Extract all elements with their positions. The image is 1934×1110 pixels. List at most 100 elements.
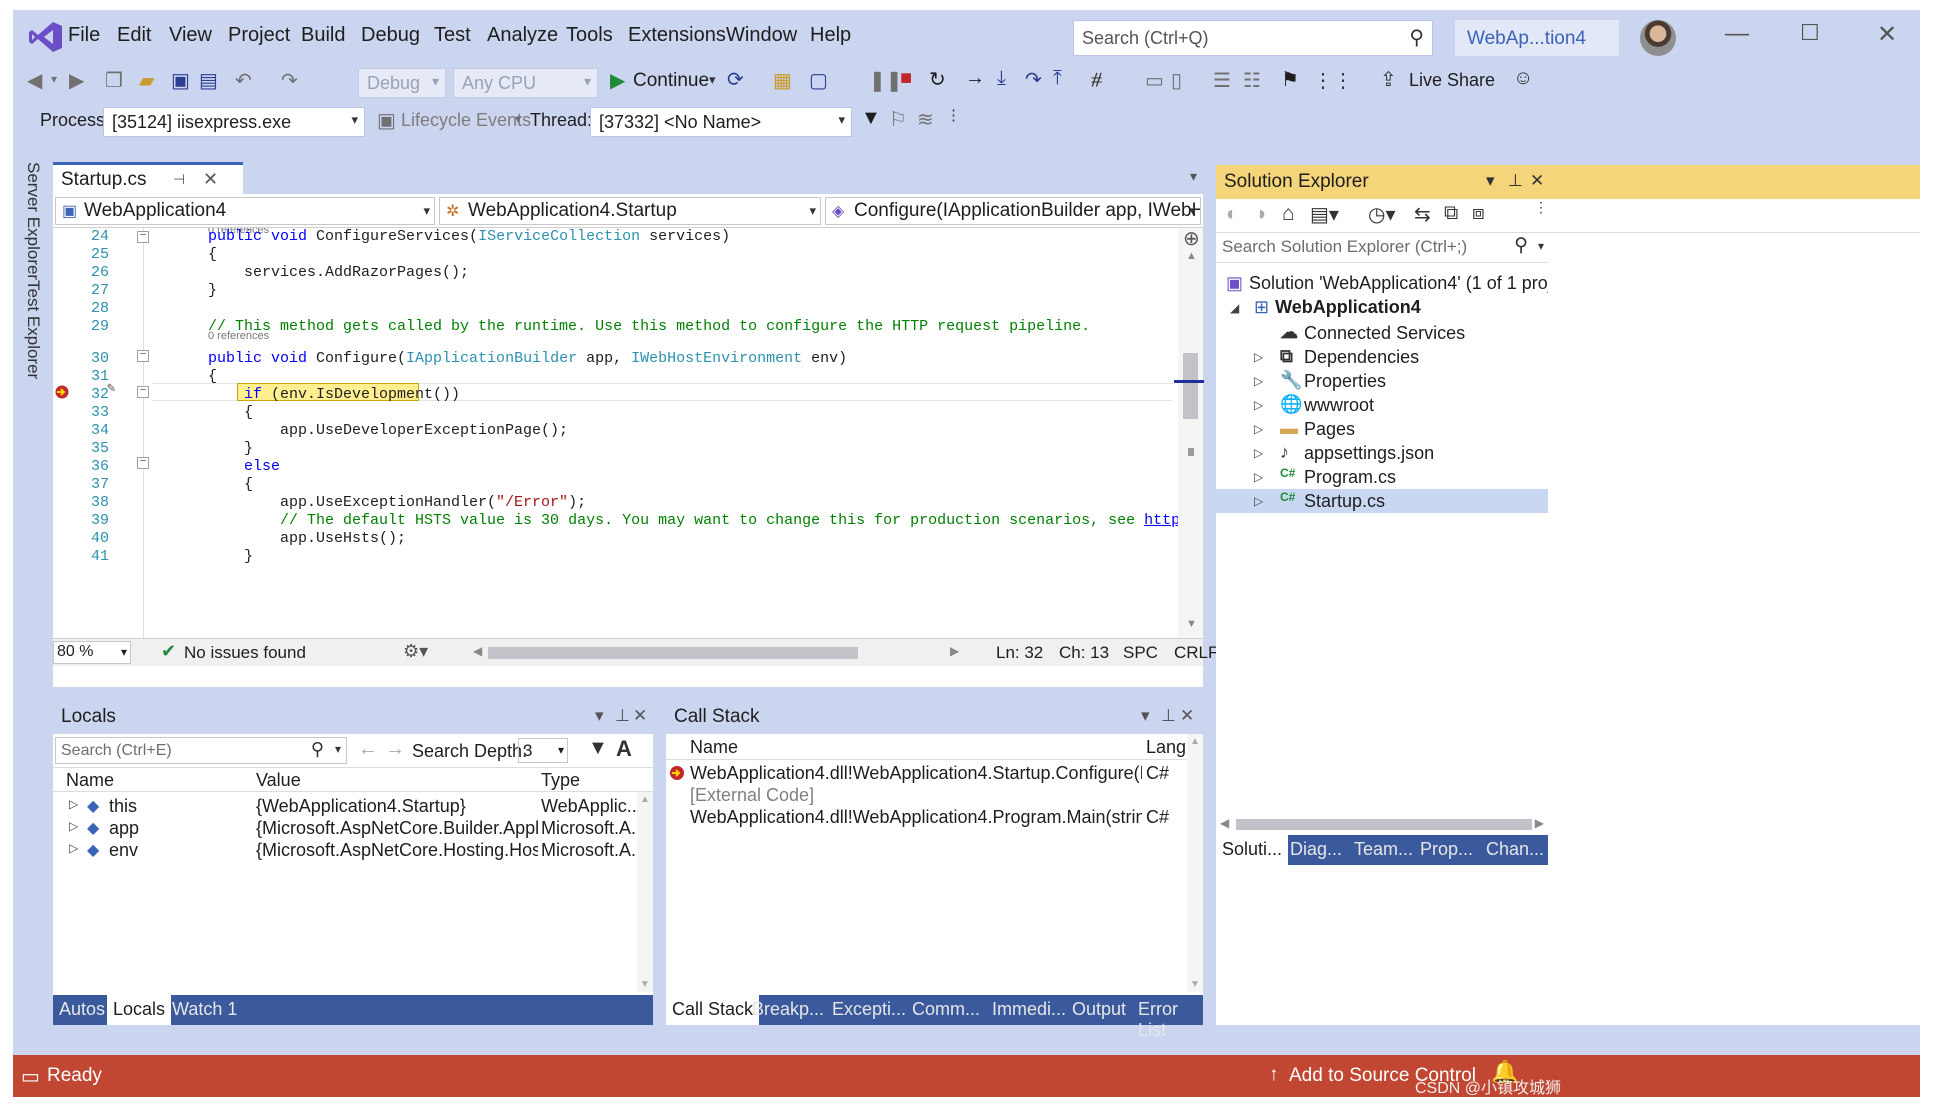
menu-window[interactable]: Window [726, 24, 797, 47]
quick-search-input[interactable]: Search (Ctrl+Q) ⚲ [1073, 20, 1433, 56]
horizontal-scrollbar-thumb[interactable] [488, 647, 858, 659]
code-line[interactable]: 38 app.UseExceptionHandler("/Error"); [53, 494, 1178, 512]
screenshot-icon[interactable]: ▢ [809, 68, 828, 93]
configuration-select[interactable]: Debug ▾ [358, 68, 446, 98]
solution-item[interactable]: ▷ ♪ appsettings.json [1216, 441, 1548, 465]
code-line[interactable]: 31 { [53, 368, 1178, 386]
menu-extensions[interactable]: Extensions [628, 24, 726, 47]
step-over-icon[interactable]: ↷ [1025, 67, 1042, 92]
feedback-icon[interactable]: ☺ [1513, 67, 1533, 90]
step-out-icon[interactable]: ⤒ [1053, 67, 1062, 90]
solution-item[interactable]: ▷ ⧉ Dependencies [1216, 345, 1548, 369]
zoom-select[interactable]: 80 % ▾ [53, 641, 131, 664]
collapsed-triangle-icon[interactable]: ▷ [1254, 494, 1263, 508]
navigate-back-icon[interactable]: ◀ [27, 68, 42, 93]
tab-properties[interactable]: Prop... [1414, 835, 1479, 865]
code-line[interactable]: 24 public void ConfigureServices(IService… [53, 228, 1178, 246]
code-line[interactable]: 25 { [53, 246, 1178, 264]
tab-overflow-icon[interactable]: ▾ [1190, 168, 1197, 185]
menu-help[interactable]: Help [810, 24, 851, 47]
scrollbar-thumb[interactable] [1236, 819, 1532, 830]
menu-debug[interactable]: Debug [361, 24, 420, 47]
lifecycle-dropdown-icon[interactable]: ▾ [515, 112, 521, 126]
scroll-down-icon[interactable]: ▼ [640, 979, 650, 990]
comment-icon[interactable]: ▭ [1145, 68, 1164, 93]
minimize-icon[interactable]: — [1725, 20, 1749, 48]
column-name[interactable]: Name [66, 770, 114, 791]
code-line[interactable]: 41 } [53, 548, 1178, 566]
scroll-down-icon[interactable]: ▼ [1186, 618, 1197, 630]
menu-build[interactable]: Build [301, 24, 345, 47]
locals-scrollbar[interactable]: ▲ ▼ [637, 792, 653, 992]
avatar[interactable] [1640, 20, 1676, 56]
solution-item[interactable]: ▷ C# Startup.cs [1216, 489, 1548, 513]
tab-breakpoints[interactable]: Breakp... [746, 995, 830, 1025]
tab-locals[interactable]: Locals [107, 995, 172, 1025]
continue-dropdown-icon[interactable]: ▾ [709, 72, 716, 88]
tab-autos[interactable]: Autos [53, 995, 111, 1025]
menu-view[interactable]: View [169, 24, 212, 47]
project-node[interactable]: ⊞ WebApplication4 [1254, 297, 1421, 318]
project-nav-select[interactable]: ▣ WebApplication4 ▾ [55, 197, 435, 225]
menu-analyze[interactable]: Analyze [487, 24, 558, 47]
back-icon[interactable]: ◐ [1226, 203, 1238, 226]
save-icon[interactable]: ▣ [171, 68, 190, 93]
code-line[interactable]: 39 // The default HSTS value is 30 days.… [53, 512, 1178, 530]
search-depth-select[interactable]: 3 ▾ [518, 738, 568, 763]
collapsed-triangle-icon[interactable]: ▷ [1254, 446, 1263, 460]
solution-name-badge[interactable]: WebAp...tion4 [1455, 20, 1619, 56]
show-all-files-icon[interactable]: ⧈ [1472, 202, 1485, 225]
table-row[interactable]: ▷ ◆ app {Microsoft.AspNetCore.Builder.Appli… [53, 818, 653, 840]
solution-item[interactable]: ☁ Connected Services [1216, 321, 1548, 345]
solution-node[interactable]: ▣ Solution 'WebApplication4' (1 of 1 proj… [1226, 273, 1548, 294]
solution-search-input[interactable]: Search Solution Explorer (Ctrl+;) ⚲ ▾ [1216, 233, 1548, 263]
pin-icon[interactable]: ⊥ [615, 706, 630, 726]
call-stack-scrollbar[interactable]: ▲ ▼ [1187, 734, 1203, 992]
browser-link-icon[interactable]: ▦ [773, 68, 792, 93]
flag-threads-icon[interactable]: ⚐ [889, 107, 907, 132]
type-nav-select[interactable]: ✲ WebApplication4.Startup ▾ [439, 197, 821, 225]
new-project-icon[interactable]: ❐ [105, 68, 123, 93]
pin-icon[interactable]: ⊣ [173, 171, 185, 188]
collapsed-triangle-icon[interactable]: ▷ [1254, 422, 1263, 436]
process-select[interactable]: [35124] iisexpress.exe ▾ [103, 107, 365, 137]
solution-item[interactable]: ▷ 🔧 Properties [1216, 369, 1548, 393]
scroll-right-icon[interactable]: ▶ [1535, 816, 1544, 830]
pin-icon[interactable]: ⊥ [1508, 171, 1523, 191]
open-file-icon[interactable]: ▰ [139, 68, 154, 93]
scroll-up-icon[interactable]: ▲ [640, 794, 650, 805]
toolbar-overflow-icon[interactable]: ⋮ [946, 106, 961, 124]
code-cleanup-icon[interactable]: ⚙▾ [403, 641, 428, 662]
editor-vertical-scrollbar[interactable]: ⊕ ▲ ▼ [1174, 228, 1204, 638]
indent-icon[interactable]: ☰ [1213, 68, 1231, 93]
scroll-up-icon[interactable]: ▲ [1186, 250, 1197, 262]
line-indicator[interactable]: Ln: 32 [996, 643, 1043, 663]
code-line[interactable]: 26 services.AddRazorPages(); [53, 264, 1178, 282]
member-nav-select[interactable]: ◈ Configure(IApplicationBuilder app, IWeb… [825, 197, 1201, 225]
expand-triangle-icon[interactable]: ▷ [69, 819, 78, 833]
pin-icon[interactable]: ⊥ [1161, 706, 1176, 726]
code-line[interactable]: 37 { [53, 476, 1178, 494]
close-icon[interactable]: ✕ [1180, 706, 1194, 726]
scroll-down-icon[interactable]: ▼ [1190, 979, 1200, 990]
code-line[interactable]: 34 app.UseDeveloperExceptionPage(); [53, 422, 1178, 440]
issues-status[interactable]: No issues found [184, 643, 306, 663]
code-line[interactable]: 28 [53, 300, 1178, 318]
forward-icon[interactable]: ◑ [1254, 203, 1266, 226]
live-share-button[interactable]: Live Share [1409, 70, 1495, 91]
code-line[interactable]: 36 else [53, 458, 1178, 476]
window-position-icon[interactable]: ▾ [595, 706, 604, 726]
uncomment-icon[interactable]: ▯ [1171, 68, 1182, 93]
lifecycle-events-icon[interactable]: ▣ [377, 108, 396, 133]
show-next-statement-icon[interactable]: → [965, 67, 985, 90]
menu-edit[interactable]: Edit [117, 24, 151, 47]
tab-team-explorer[interactable]: Team... [1348, 835, 1419, 865]
close-icon[interactable]: ✕ [1877, 20, 1897, 49]
code-line[interactable]: 33 { [53, 404, 1178, 422]
hex-display-icon[interactable]: ⧣ [1091, 68, 1102, 91]
redo-icon[interactable]: ↷ [281, 68, 298, 93]
collapsed-triangle-icon[interactable]: ▷ [1254, 350, 1263, 364]
column-type[interactable]: Type [541, 770, 580, 791]
bookmark-nav-icon[interactable]: ⋮⋮ [1313, 68, 1353, 93]
pending-changes-filter-icon[interactable]: ◷▾ [1368, 202, 1396, 227]
